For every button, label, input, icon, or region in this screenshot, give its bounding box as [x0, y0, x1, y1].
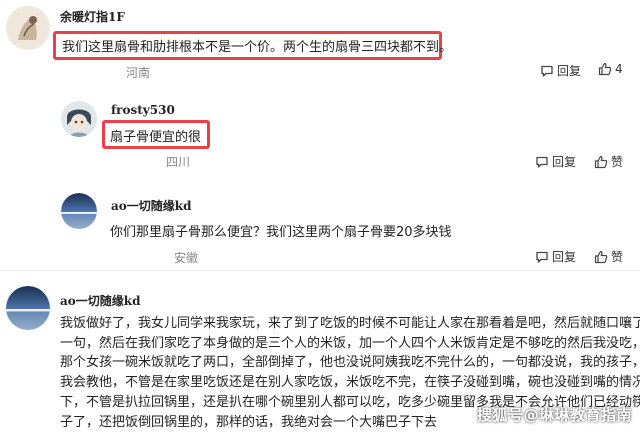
comment-username[interactable]: ao一切随缘kd: [60, 292, 141, 309]
comment-icon: [540, 64, 554, 78]
comment-location: 河南: [126, 66, 151, 80]
like-label: 赞: [611, 155, 624, 169]
reply-label: 回复: [557, 64, 582, 78]
reply-label: 回复: [552, 155, 577, 169]
reply-button[interactable]: 回复: [535, 153, 576, 170]
comment-line: 那个女孩一碗米饭就吃了两口，全部倒掉了，他也没说阿姨我吃不完什么的，一句都没说，…: [60, 355, 640, 371]
like-button[interactable]: 4: [598, 62, 623, 76]
comment-text: 你们那里扇子骨那么便宜？我们这里两个扇子骨要20多块钱: [110, 225, 452, 240]
like-count: 4: [615, 62, 623, 76]
comment-icon: [535, 155, 549, 169]
comment-username[interactable]: frosty530: [111, 103, 175, 117]
like-button[interactable]: 赞: [594, 248, 623, 265]
comment-location: 安徽: [174, 251, 199, 265]
comment-text: 扇子骨便宜的很: [110, 130, 202, 145]
thumbs-up-icon: [598, 62, 612, 76]
avatar[interactable]: [6, 286, 50, 330]
comment-line: 我饭做好了，我女儿同学来我家玩，来了到了吃饭的时候不可能让人家在那看着是吧，然后…: [60, 316, 640, 331]
reply-label: 回复: [552, 250, 577, 264]
comment-line: 一句，然后在我们家吃了本身做的是三个人的米饭，加一个人四个人米饭肯定是不够吃的然…: [60, 335, 640, 351]
comment-username[interactable]: 余暖灯指1F: [60, 8, 125, 25]
thumbs-up-icon: [594, 250, 608, 264]
like-label: 赞: [611, 250, 624, 264]
reply-button[interactable]: 回复: [540, 62, 581, 79]
reply-button[interactable]: 回复: [535, 248, 576, 265]
avatar[interactable]: [61, 101, 97, 137]
like-button[interactable]: 赞: [594, 153, 623, 170]
comment-line: 我会教他，不管是在家里吃饭还是在别人家吃饭，米饭吃不完，在筷子没碰到嘴，碗也没碰…: [60, 375, 640, 391]
avatar[interactable]: [61, 193, 97, 229]
comment-icon: [535, 250, 549, 264]
comment-username[interactable]: ao一切随缘kd: [111, 197, 192, 214]
avatar[interactable]: [6, 6, 50, 50]
comment-text: 我们这里扇骨和肋排根本不是一个价。两个生的扇骨三四块都不到。: [62, 40, 453, 55]
watermark: 搜狐号@琳琳教育指南: [476, 406, 632, 424]
thumbs-up-icon: [594, 155, 608, 169]
comment-location: 四川: [166, 155, 191, 169]
divider: [0, 270, 640, 271]
